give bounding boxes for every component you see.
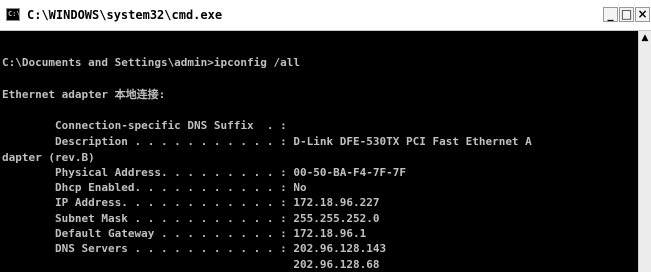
console-line: Ethernet adapter 本地连接: [2, 88, 166, 101]
console-line: Dhcp Enabled. . . . . . . . . . . : No [2, 181, 307, 194]
close-button[interactable]: × [635, 7, 650, 22]
window-title: C:\WINDOWS\system32\cmd.exe [27, 8, 223, 22]
console-line: DNS Servers . . . . . . . . . . . : 202.… [2, 242, 387, 255]
title-bar[interactable]: C:\ C:\WINDOWS\system32\cmd.exe _ □ × [0, 0, 651, 31]
minimize-button[interactable]: _ [603, 7, 618, 22]
console-line: dapter (rev.B) [2, 151, 95, 164]
console-line: Default Gateway . . . . . . . . . : 172.… [2, 227, 367, 240]
console-line: IP Address. . . . . . . . . . . . : 172.… [2, 196, 380, 209]
maximize-button[interactable]: □ [619, 7, 634, 22]
console-line: Subnet Mask . . . . . . . . . . . : 255.… [2, 212, 380, 225]
console-line: Connection-specific DNS Suffix . : [2, 119, 287, 132]
console-output[interactable]: C:\Documents and Settings\admin>ipconfig… [0, 31, 638, 272]
vertical-scrollbar[interactable]: ▲ [638, 31, 651, 272]
cmd-console-icon: C:\ [6, 8, 21, 21]
console-line: 202.96.128.68 [2, 258, 380, 271]
console-line: Physical Address. . . . . . . . . : 00-5… [2, 166, 406, 179]
scroll-up-arrow-icon[interactable]: ▲ [639, 31, 651, 45]
console-line: C:\Documents and Settings\admin>ipconfig… [2, 56, 301, 69]
console-line: Description . . . . . . . . . . . : D-Li… [2, 135, 532, 148]
